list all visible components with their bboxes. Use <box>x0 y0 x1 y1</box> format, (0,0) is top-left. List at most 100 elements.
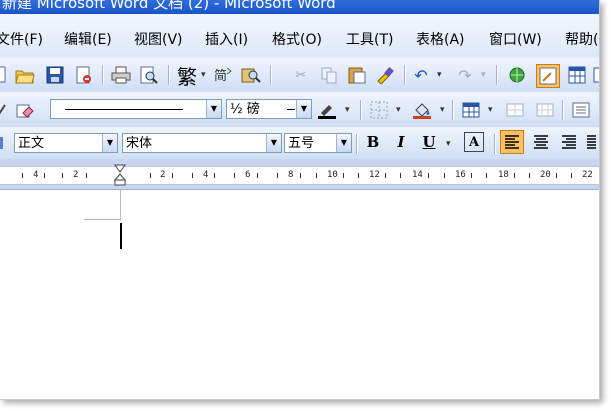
menu-table[interactable]: 表格(A) <box>416 29 465 49</box>
align-icon[interactable] <box>570 99 592 121</box>
document-canvas[interactable] <box>0 190 599 399</box>
font-size-value: 五号 <box>288 136 315 151</box>
print-preview-icon[interactable] <box>138 64 160 86</box>
bold-label: B <box>366 133 380 151</box>
ruler-label: 4 <box>33 170 39 180</box>
research-icon[interactable] <box>240 64 262 86</box>
indent-marker[interactable] <box>113 164 127 186</box>
ruler-strip: 4 2 2 4 6 8 10 12 14 16 18 20 22 <box>0 166 599 185</box>
shading-color-dropdown[interactable]: ▾ <box>440 105 445 115</box>
save-icon[interactable] <box>44 64 66 86</box>
ruler-label: 6 <box>245 170 251 180</box>
menu-tools[interactable]: 工具(T) <box>346 29 393 49</box>
menu-edit[interactable]: 编辑(E) <box>64 29 112 49</box>
copy-icon[interactable] <box>318 64 340 86</box>
traditional-chinese-icon[interactable]: 繁 <box>175 62 199 89</box>
line-style-dropdown[interactable]: ▼ <box>50 99 222 119</box>
borders-icon[interactable] <box>368 99 390 121</box>
justify-icon <box>587 135 596 149</box>
bold-button[interactable]: B <box>362 131 384 153</box>
undo-dropdown[interactable]: ▾ <box>437 70 442 80</box>
styles-pane-icon[interactable] <box>0 132 6 154</box>
underline-button[interactable]: U <box>418 131 440 153</box>
ruler-label: 10 <box>327 170 338 180</box>
merge-cells-icon[interactable] <box>504 99 526 121</box>
menu-view[interactable]: 视图(V) <box>134 29 183 49</box>
redo-dropdown[interactable]: ▾ <box>481 70 486 80</box>
horizontal-ruler[interactable]: 4 2 2 4 6 8 10 12 14 16 18 20 22 <box>0 159 599 190</box>
underline-dropdown[interactable]: ▾ <box>446 139 451 149</box>
ruler-label: 14 <box>412 170 423 180</box>
character-border-button[interactable]: A <box>464 132 484 152</box>
print-icon[interactable] <box>110 64 132 86</box>
formatting-toolbar: 正文 ▼ 宋体 ▼ 五号 ▼ B I U ▾ A <box>0 127 599 160</box>
paste-icon[interactable] <box>346 64 368 86</box>
font-dropdown[interactable]: 宋体 ▼ <box>122 133 282 153</box>
title-bar: 新建 Microsoft Word 文档 (2) - Microsoft Wor… <box>0 0 599 14</box>
character-border-label: A <box>468 134 480 150</box>
menu-format[interactable]: 格式(O) <box>272 29 322 49</box>
traditional-chinese-label: 繁 <box>177 64 197 89</box>
ruler-label: 18 <box>498 170 509 180</box>
align-left-button[interactable] <box>500 130 524 154</box>
align-left-icon <box>505 135 519 149</box>
menu-bar: 文件(F) 编辑(E) 视图(V) 插入(I) 格式(O) 工具(T) 表格(A… <box>0 14 599 59</box>
italic-label: I <box>397 133 405 151</box>
simplified-chinese-icon[interactable]: 简 <box>212 64 234 86</box>
align-right-icon <box>562 135 576 149</box>
margin-corner-vertical <box>120 190 121 220</box>
insert-table-icon[interactable] <box>566 64 588 86</box>
eraser-icon[interactable] <box>14 99 36 121</box>
word-window: 新建 Microsoft Word 文档 (2) - Microsoft Wor… <box>0 0 600 400</box>
cut-icon[interactable]: ✂ <box>290 64 312 86</box>
align-center-icon <box>534 135 548 149</box>
open-folder-icon[interactable] <box>14 64 36 86</box>
menu-help[interactable]: 帮助(H) <box>565 29 599 49</box>
style-value: 正文 <box>18 136 45 151</box>
margin-corner-horizontal <box>84 219 120 220</box>
border-color-icon[interactable] <box>316 99 338 121</box>
redo-icon[interactable]: ↷ <box>454 64 476 86</box>
new-document-icon[interactable] <box>0 64 6 84</box>
permission-icon[interactable] <box>72 64 94 86</box>
ruler-label: 4 <box>203 170 209 180</box>
format-painter-icon[interactable] <box>374 64 396 86</box>
align-center-button[interactable] <box>530 131 552 153</box>
align-right-button[interactable] <box>558 131 580 153</box>
ruler-label: 2 <box>160 170 166 180</box>
insert-table-dropdown[interactable]: ▾ <box>488 105 493 115</box>
insert-excel-icon[interactable] <box>592 64 599 86</box>
ruler-label: 8 <box>288 170 294 180</box>
standard-toolbar: 繁 ▾ 简 ✂ ↶ ▾ ↷ ▾ <box>0 58 599 93</box>
line-weight-value: ½ 磅 <box>230 102 260 117</box>
line-weight-dropdown[interactable]: ½ 磅 ▼ <box>226 99 312 119</box>
menu-window[interactable]: 窗口(W) <box>489 29 542 49</box>
italic-button[interactable]: I <box>390 131 412 153</box>
insert-table-icon[interactable] <box>460 99 482 121</box>
window-title: 新建 Microsoft Word 文档 (2) - Microsoft Wor… <box>2 0 336 12</box>
undo-icon[interactable]: ↶ <box>410 64 432 86</box>
ruler-label: 2 <box>73 170 79 180</box>
ruler-label: 16 <box>455 170 466 180</box>
menu-insert[interactable]: 插入(I) <box>205 29 248 49</box>
hyperlink-icon[interactable] <box>506 64 528 86</box>
underline-label: U <box>422 133 436 151</box>
text-cursor <box>120 223 122 249</box>
border-color-dropdown[interactable]: ▾ <box>345 105 350 115</box>
tables-borders-toolbar: ▼ ½ 磅 ▼ ▾ ▾ ▾ ▾ <box>0 92 599 128</box>
split-cells-icon[interactable] <box>534 99 556 121</box>
style-dropdown[interactable]: 正文 ▼ <box>14 133 118 153</box>
tables-borders-icon[interactable] <box>536 64 560 88</box>
shading-color-icon[interactable] <box>410 99 434 121</box>
menu-file[interactable]: 文件(F) <box>0 29 43 49</box>
font-value: 宋体 <box>126 136 153 151</box>
draw-table-icon[interactable] <box>0 99 8 121</box>
ruler-label: 20 <box>540 170 551 180</box>
traditional-chinese-dropdown[interactable]: ▾ <box>201 70 206 80</box>
justify-button[interactable] <box>584 131 598 153</box>
svg-text:简: 简 <box>214 68 227 84</box>
ruler-label: 22 <box>582 170 593 180</box>
borders-dropdown[interactable]: ▾ <box>396 105 401 115</box>
ruler-label: 12 <box>369 170 380 180</box>
font-size-dropdown[interactable]: 五号 ▼ <box>284 133 352 153</box>
